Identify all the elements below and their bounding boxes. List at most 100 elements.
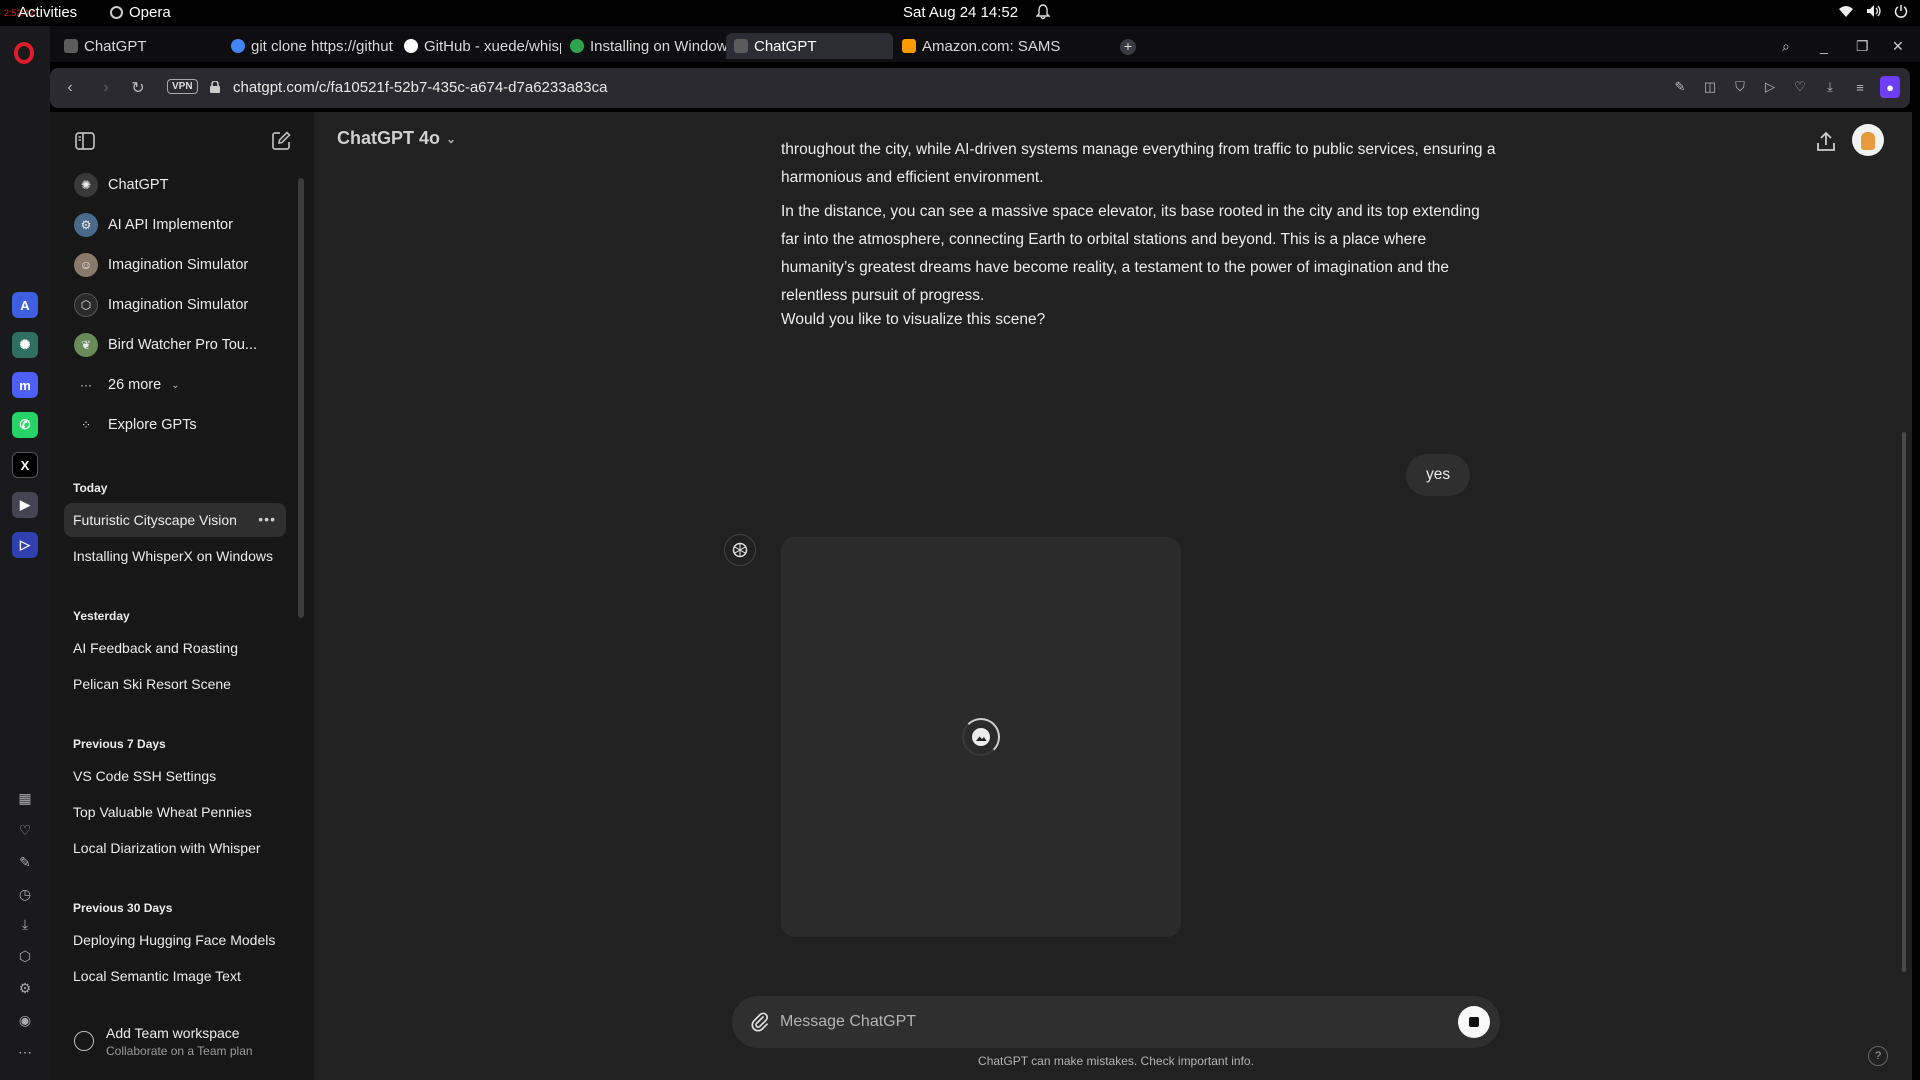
chatgpt-favicon-icon	[64, 39, 78, 53]
settings-gear-icon[interactable]: ⚙	[15, 978, 35, 998]
conversation-options-icon[interactable]: •••	[258, 511, 276, 527]
back-button[interactable]: ‹	[60, 78, 80, 98]
player-icon[interactable]: ▷	[12, 532, 38, 558]
scrollbar-thumb[interactable]	[1902, 432, 1906, 972]
bird-icon: ❦	[74, 333, 98, 357]
conversation-item[interactable]: Deploying Hugging Face Models	[64, 923, 286, 957]
aria-icon[interactable]: A	[12, 292, 38, 318]
tab-google-search[interactable]: git clone https://githut	[223, 33, 395, 59]
system-tray[interactable]	[1838, 4, 1908, 18]
gpt-item-ai-api-implementor[interactable]: ⚙ AI API Implementor	[66, 208, 292, 242]
section-heading-previous-30-days: Previous 30 Days	[73, 901, 173, 915]
stop-generating-button[interactable]	[1458, 1006, 1490, 1038]
assistant-paragraph: throughout the city, while AI-driven sys…	[781, 141, 1496, 186]
opera-logo-icon[interactable]	[14, 42, 34, 64]
tab-installing-windows[interactable]: Installing on Windows	[562, 33, 730, 59]
model-selector[interactable]: ChatGPT 4o ⌄	[337, 128, 456, 149]
volume-icon	[1867, 5, 1881, 17]
forward-button[interactable]: ›	[96, 78, 116, 98]
sidebar-toggle-icon[interactable]	[74, 130, 96, 152]
assistant-avatar-icon	[724, 534, 756, 566]
conversation-label: Local Diarization with Whisper	[73, 840, 261, 856]
disclaimer-text: ChatGPT can make mistakes. Check importa…	[978, 1054, 1254, 1068]
gpt-item-bird-watcher[interactable]: ❦ Bird Watcher Pro Tou...	[66, 328, 292, 362]
share-icon[interactable]	[1814, 130, 1838, 154]
help-button[interactable]: ?	[1868, 1046, 1888, 1066]
conversation-item[interactable]: Futuristic Cityscape Vision •••	[64, 503, 286, 537]
paperclip-icon[interactable]	[750, 1011, 770, 1033]
clock[interactable]: Sat Aug 24 14:52	[903, 4, 1018, 21]
explore-gpts-button[interactable]: ⁘ Explore GPTs	[66, 408, 292, 442]
image-icon	[972, 728, 990, 746]
gpt-item-imagination-simulator[interactable]: ☺ Imagination Simulator	[66, 248, 292, 282]
conversation-item[interactable]: VS Code SSH Settings	[64, 759, 286, 793]
shield-icon[interactable]: ⛉	[1730, 76, 1750, 98]
lock-icon[interactable]	[210, 81, 220, 93]
scrollbar-thumb[interactable]	[298, 178, 304, 618]
snapshot-camera-icon[interactable]: ◫	[1700, 76, 1720, 98]
aria-status-icon[interactable]: ◉	[15, 1010, 35, 1030]
conversation-item[interactable]: Local Semantic Image Text	[64, 959, 286, 993]
gpt-label: Imagination Simulator	[108, 257, 249, 273]
conversation-item[interactable]: AI Feedback and Roasting	[64, 631, 286, 665]
conversation-label: Installing WhisperX on Windows	[73, 548, 273, 564]
downloads-icon[interactable]: ⤓	[15, 914, 35, 934]
conversation-item[interactable]: Installing WhisperX on Windows	[64, 539, 286, 573]
heart-icon[interactable]: ♡	[1790, 76, 1810, 98]
x-twitter-icon[interactable]: X	[12, 452, 38, 478]
activities-button[interactable]: Activities	[18, 4, 77, 21]
gpt-item-chatgpt[interactable]: ✺ ChatGPT	[66, 168, 292, 202]
edit-icon[interactable]: ✎	[1670, 76, 1690, 98]
tab-label: GitHub - xuede/whisp	[424, 37, 561, 55]
reload-button[interactable]: ↻	[128, 78, 148, 98]
chat-scrollbar[interactable]	[1900, 432, 1908, 972]
bookmarks-heart-icon[interactable]: ♡	[15, 820, 35, 840]
restore-icon[interactable]: ❐	[1856, 38, 1869, 55]
play-icon[interactable]: ▷	[1760, 76, 1780, 98]
user-avatar[interactable]	[1852, 124, 1884, 156]
google-favicon-icon	[231, 39, 245, 53]
tab-label: ChatGPT	[754, 37, 817, 55]
new-chat-icon[interactable]	[270, 130, 292, 152]
more-gpts-label: 26 more	[108, 377, 162, 393]
speed-dial-icon[interactable]: ▦	[15, 788, 35, 808]
music-player-icon[interactable]: ▶	[12, 492, 38, 518]
github-favicon-icon	[404, 39, 418, 53]
robot-icon: ⚙	[74, 213, 98, 237]
tab-github[interactable]: GitHub - xuede/whisp	[396, 33, 561, 59]
tab-label: Installing on Windows	[590, 37, 730, 55]
profile-icon[interactable]: ●	[1880, 76, 1900, 98]
more-icon[interactable]: ⋯	[15, 1042, 35, 1062]
tab-amazon[interactable]: Amazon.com: SAMS	[894, 33, 1114, 59]
history-icon[interactable]: ◷	[15, 884, 35, 904]
active-app[interactable]: Opera	[110, 4, 171, 21]
add-team-workspace-button[interactable]: Add Team workspace Collaborate on a Team…	[66, 1014, 296, 1068]
vpn-badge[interactable]: VPN	[167, 79, 198, 94]
new-tab-button[interactable]: +	[1120, 39, 1136, 55]
easy-setup-icon[interactable]: ≡	[1850, 76, 1870, 98]
extensions-icon[interactable]: ⬡	[15, 946, 35, 966]
messenger-icon[interactable]: m	[12, 372, 38, 398]
pinboard-icon[interactable]: ✎	[15, 852, 35, 872]
download-icon[interactable]: ⤓	[1820, 76, 1840, 98]
assistant-paragraph: In the distance, you can see a massive s…	[781, 203, 1480, 304]
sidebar-scrollbar[interactable]	[297, 168, 305, 1008]
active-app-label: Opera	[129, 4, 171, 21]
whatsapp-icon[interactable]: ✆	[12, 412, 38, 438]
power-icon	[1894, 5, 1908, 18]
url-field[interactable]: chatgpt.com/c/fa10521f-52b7-435c-a674-d7…	[233, 79, 607, 96]
tab-chatgpt[interactable]: ChatGPT	[56, 33, 222, 59]
tab-chatgpt-active[interactable]: ChatGPT	[726, 33, 893, 59]
minimize-icon[interactable]: _	[1820, 38, 1828, 54]
message-input[interactable]	[780, 1010, 1420, 1034]
more-gpts-toggle[interactable]: ··· 26 more ⌄	[66, 368, 292, 402]
bell-icon[interactable]	[1036, 4, 1050, 20]
conversation-item[interactable]: Top Valuable Wheat Pennies	[64, 795, 286, 829]
close-window-icon[interactable]: ✕	[1892, 38, 1904, 55]
gpt-item-imagination-simulator-2[interactable]: ⬡ Imagination Simulator	[66, 288, 292, 322]
conversation-item[interactable]: Local Diarization with Whisper	[64, 831, 286, 865]
tab-label: Amazon.com: SAMS	[922, 37, 1061, 55]
chatgpt-sidebar-icon[interactable]: ✺	[12, 332, 38, 358]
search-tabs-icon[interactable]: ⌕	[1782, 38, 1790, 55]
conversation-item[interactable]: Pelican Ski Resort Scene	[64, 667, 286, 701]
